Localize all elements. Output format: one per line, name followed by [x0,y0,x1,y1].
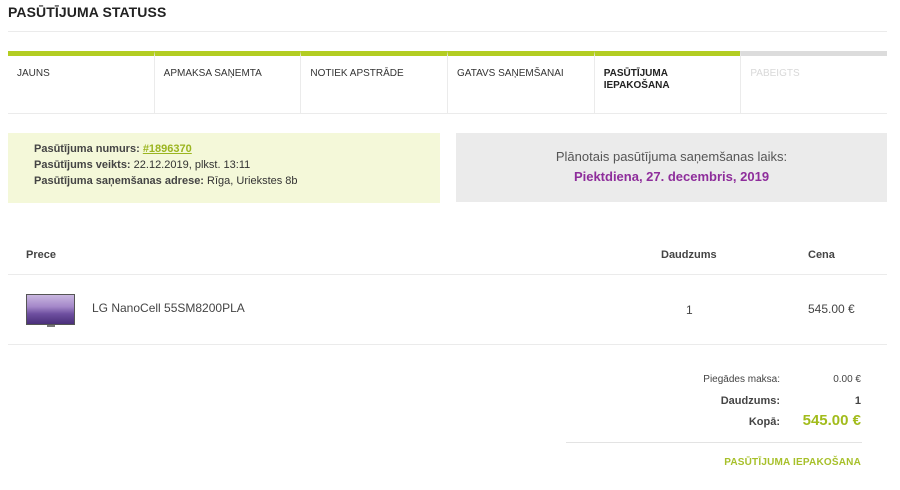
order-address-value: Rīga, Uriekstes 8b [207,175,298,187]
order-placed-label: Pasūtījums veikts: [34,159,131,171]
delivery-fee-value: 0.00 € [833,374,861,385]
pickup-time-box: Plānotais pasūtījuma saņemšanas laiks: P… [456,133,887,202]
step-processing: NOTIEK APSTRĀDE [300,51,448,114]
pickup-time-label: Plānotais pasūtījuma saņemšanas laiks: [555,149,788,164]
column-header-quantity: Daudzums [661,249,717,261]
status-steps: JAUNS APMAKSA SAŅEMTA NOTIEK APSTRĀDE GA… [8,51,888,114]
table-row-divider [8,344,887,345]
order-placed-value: 22.12.2019, plkst. 13:11 [133,159,251,171]
order-number-label: Pasūtījuma numurs: [34,143,140,155]
delivery-fee-label: Piegādes maksa: [703,374,780,385]
order-number-link[interactable]: #1896370 [143,143,192,155]
step-completed: PABEIGTS [740,51,888,114]
summary-quantity-value: 1 [854,395,861,407]
column-header-price: Cena [808,249,835,261]
product-quantity: 1 [686,303,693,317]
order-status-page: PASŪTĪJUMA STATUSS JAUNS APMAKSA SAŅEMTA… [0,0,900,490]
tv-product-image[interactable] [26,294,75,327]
summary-quantity-label: Daudzums: [720,395,780,407]
pickup-date: Piektdiena, 27. decembris, 2019 [573,169,770,184]
total-value: 545.00 € [802,412,861,429]
step-payment-received: APMAKSA SAŅEMTA [153,51,301,114]
order-address-line: Pasūtījuma saņemšanas adrese: Rīga, Urie… [34,173,440,189]
step-new: JAUNS [8,51,154,114]
current-status-link[interactable]: PASŪTĪJUMA IEPAKOŠANA [724,457,861,468]
step-ready-for-pickup: GATAVS SAŅEMŠANAI [447,51,594,114]
product-price: 545.00 € [808,302,855,316]
summary-divider [566,442,862,443]
product-name[interactable]: LG NanoCell 55SM8200PLA [92,301,245,315]
order-info-box: Pasūtījuma numurs: #1896370 Pasūtījums v… [8,133,440,203]
order-number-line: Pasūtījuma numurs: #1896370 [34,141,440,157]
order-placed-line: Pasūtījums veikts: 22.12.2019, plkst. 13… [34,157,440,173]
table-header-divider [8,274,887,275]
step-packing: PASŪTĪJUMA IEPAKOŠANA [593,51,741,114]
column-header-product: Prece [26,249,56,261]
page-title: PASŪTĪJUMA STATUSS [8,4,167,20]
order-address-label: Pasūtījuma saņemšanas adrese: [34,175,204,187]
total-label: Kopā: [748,416,780,428]
title-divider [8,31,887,32]
